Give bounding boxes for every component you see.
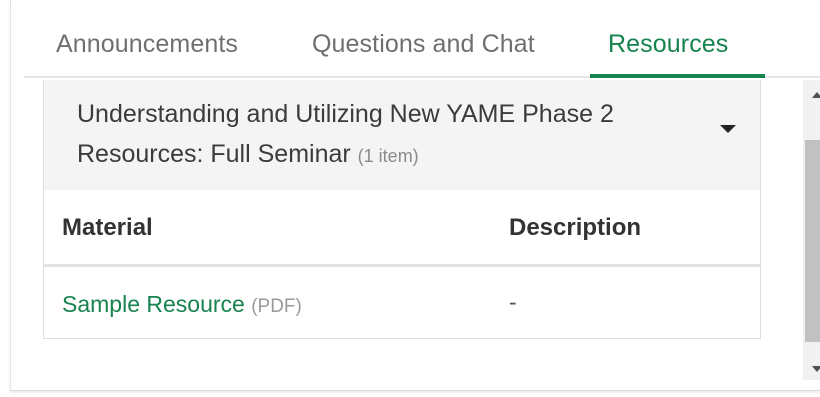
chevron-down-icon[interactable] [720,125,736,133]
resources-scroll-area: Understanding and Utilizing New YAME Pha… [43,80,771,340]
column-header-material: Material [62,214,153,241]
scrollbar-thumb[interactable] [805,140,820,342]
resources-table: Material Description Sample Resource (PD… [43,190,761,339]
resource-section-count: (1 item) [357,146,419,166]
sample-resource-link[interactable]: Sample Resource [62,291,245,317]
table-row: Sample Resource (PDF) - [44,267,760,338]
scroll-down-arrow-icon[interactable] [812,366,820,372]
resource-section-header[interactable]: Understanding and Utilizing New YAME Pha… [43,80,761,191]
scroll-up-arrow-icon[interactable] [812,92,820,98]
material-cell: Sample Resource (PDF) [62,291,302,318]
tab-announcements[interactable]: Announcements [56,30,238,59]
column-header-description: Description [509,214,642,241]
resource-section-title-text: Understanding and Utilizing New YAME Pha… [77,100,614,168]
tab-resources[interactable]: Resources [608,30,728,59]
active-tab-indicator [590,74,765,78]
vertical-scrollbar[interactable] [803,80,820,380]
resources-panel: Announcements Questions and Chat Resourc… [10,0,820,391]
resource-section-title: Understanding and Utilizing New YAME Pha… [77,94,707,176]
tab-bar: Announcements Questions and Chat Resourc… [24,0,820,78]
tab-questions-and-chat[interactable]: Questions and Chat [312,30,535,59]
resource-type-label: (PDF) [251,296,302,317]
table-header-row: Material Description [44,190,760,267]
description-cell: - [509,289,517,315]
